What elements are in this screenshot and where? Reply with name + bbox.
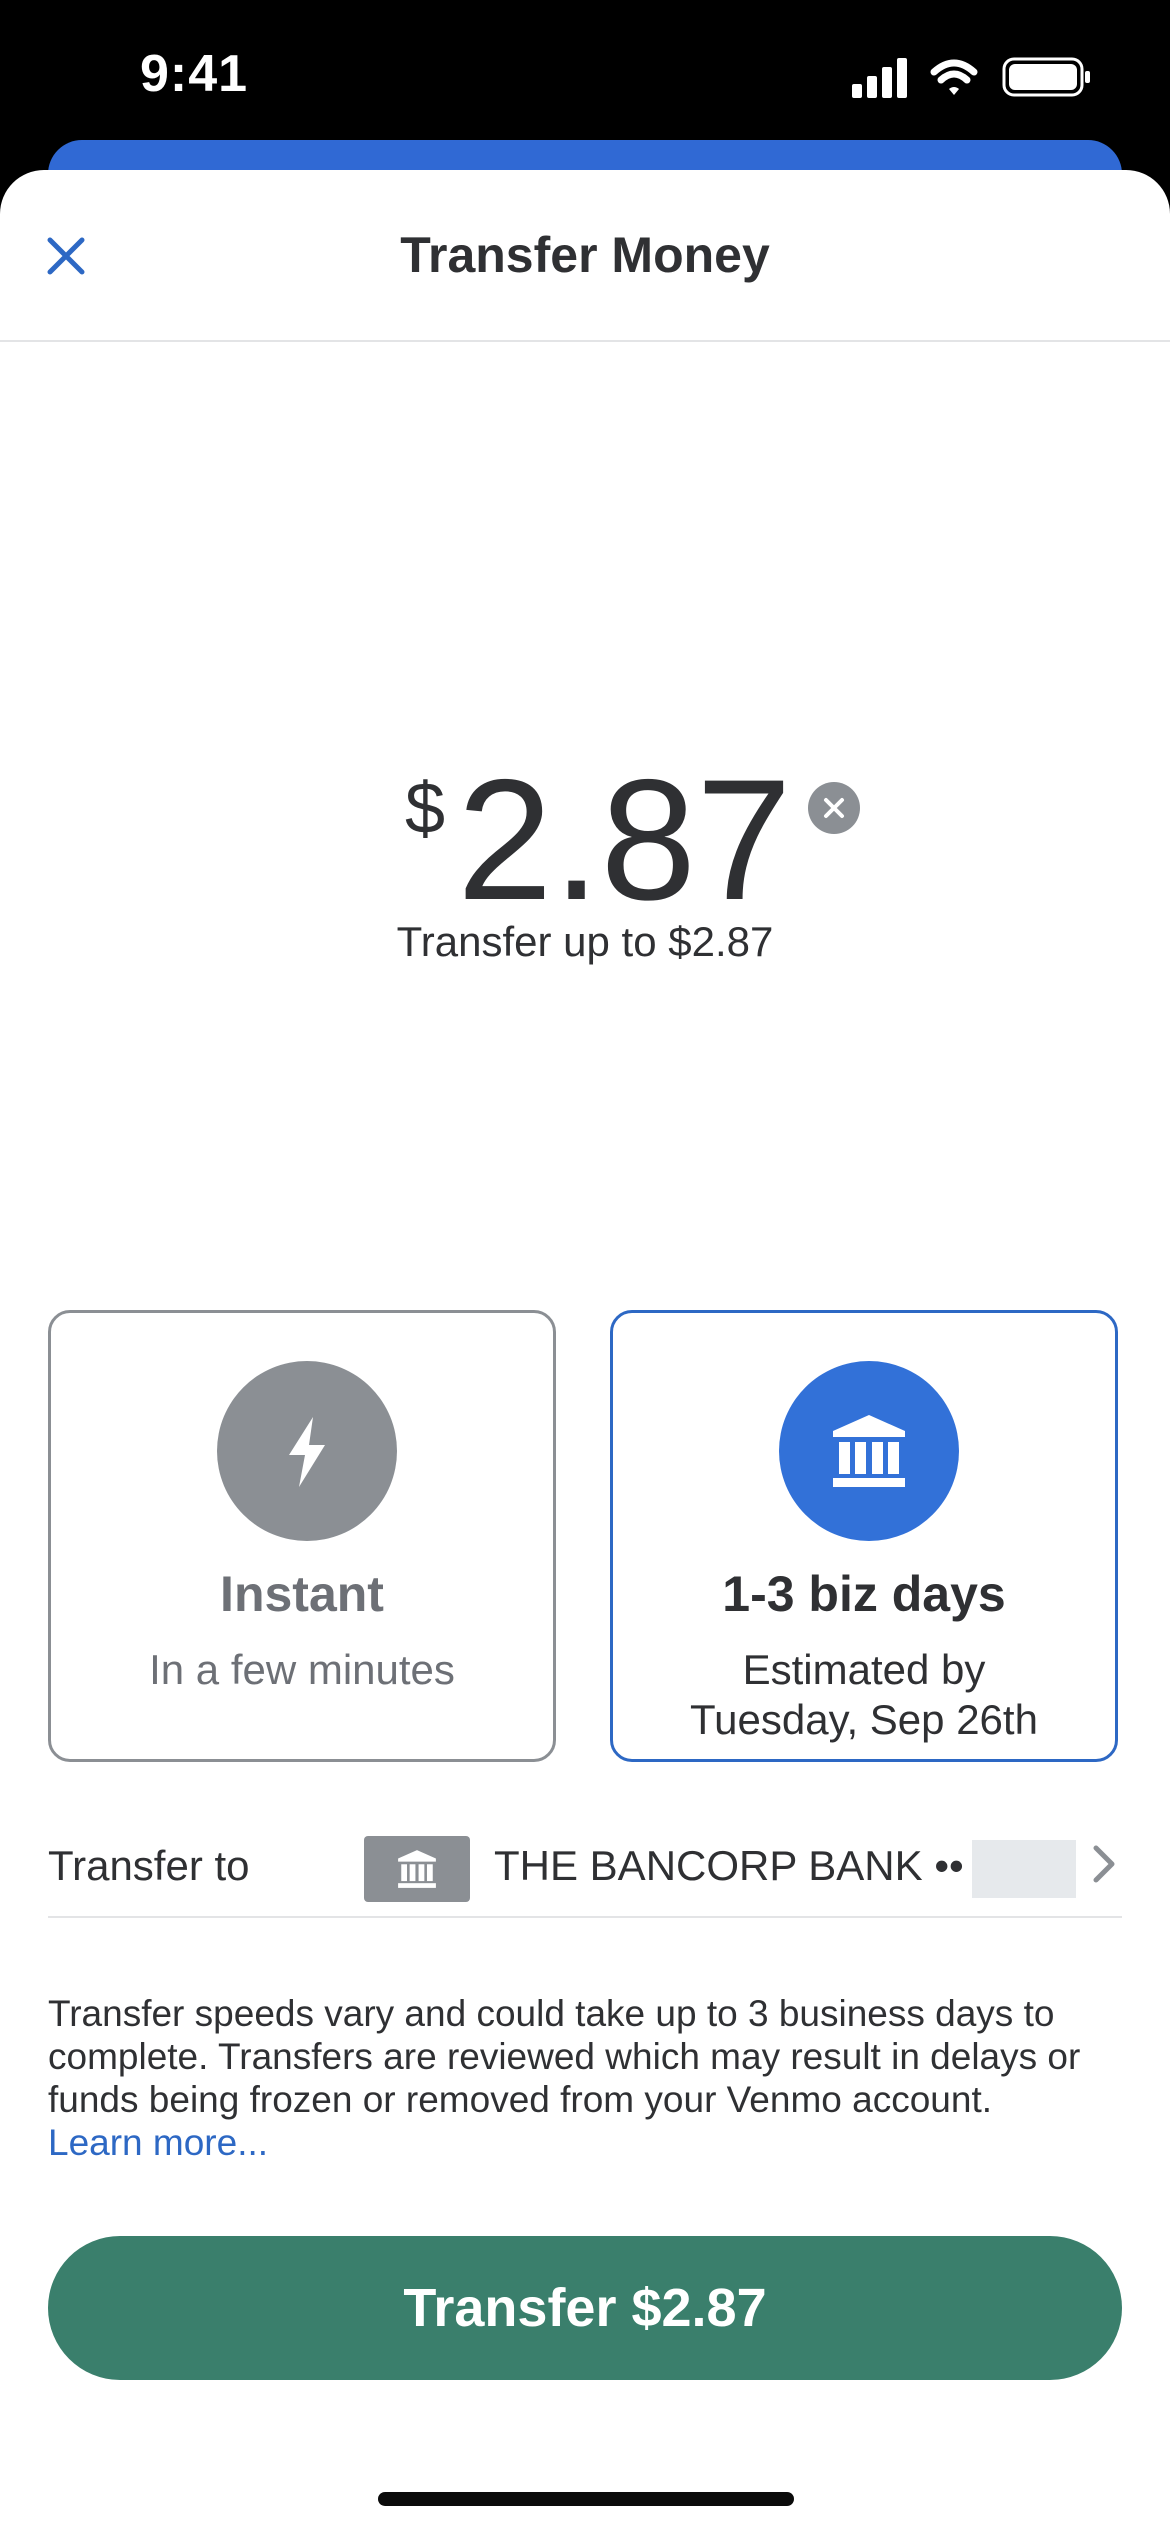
standard-icon-circle <box>779 1361 959 1541</box>
amount-currency: $ <box>405 769 446 849</box>
bank-name: THE BANCORP BANK •• <box>494 1842 964 1889</box>
amount-display[interactable]: $ 2.87 <box>0 750 1170 930</box>
standard-transfer-option[interactable]: 1-3 biz days Estimated by Tuesday, Sep 2… <box>610 1310 1118 1762</box>
amount-value: 2.87 <box>457 744 792 936</box>
clear-icon <box>824 798 844 818</box>
instant-option-subtitle: In a few minutes <box>149 1646 455 1693</box>
transfer-to-label: Transfer to <box>48 1842 250 1889</box>
chevron-right-icon <box>1093 1845 1115 1883</box>
account-number-redacted <box>972 1840 1076 1898</box>
status-icons <box>852 56 1092 98</box>
wifi-icon <box>930 59 978 95</box>
transfer-limit-text: Transfer up to $2.87 <box>396 918 774 965</box>
transfer-to-row[interactable]: Transfer to THE BANCORP BANK •• <box>48 1806 1122 1918</box>
bank-account-icon <box>364 1836 470 1902</box>
clear-amount-button[interactable] <box>808 782 860 834</box>
standard-option-subtitle-line1: Estimated by <box>742 1646 986 1693</box>
status-bar: 9:41 <box>0 0 1170 150</box>
home-indicator <box>378 2492 794 2506</box>
lightning-icon <box>289 1417 325 1487</box>
standard-option-title: 1-3 biz days <box>722 1566 1006 1622</box>
battery-icon <box>1002 57 1090 97</box>
transfer-button[interactable]: Transfer $2.87 <box>48 2236 1122 2380</box>
disclaimer-text: Transfer speeds vary and could take up t… <box>48 1993 1081 2120</box>
cellular-signal-icon <box>852 57 1090 98</box>
transfer-sheet: Transfer Money $ 2.87 Transfer up to $2.… <box>0 170 1170 2532</box>
learn-more-link[interactable]: Learn more... <box>48 2122 268 2163</box>
sheet-header: Transfer Money <box>0 170 1170 342</box>
instant-transfer-option[interactable]: Instant In a few minutes <box>48 1310 556 1762</box>
page-title: Transfer Money <box>400 227 770 283</box>
standard-option-subtitle-line2: Tuesday, Sep 26th <box>690 1696 1038 1743</box>
instant-option-title: Instant <box>220 1566 384 1622</box>
disclaimer: Transfer speeds vary and could take up t… <box>48 1992 1128 2164</box>
standard-option-subtitle: Estimated by Tuesday, Sep 26th <box>613 1645 1115 1745</box>
instant-icon-circle <box>217 1361 397 1541</box>
bank-icon <box>398 1850 436 1888</box>
status-time: 9:41 <box>140 45 249 103</box>
bank-icon <box>833 1415 905 1487</box>
